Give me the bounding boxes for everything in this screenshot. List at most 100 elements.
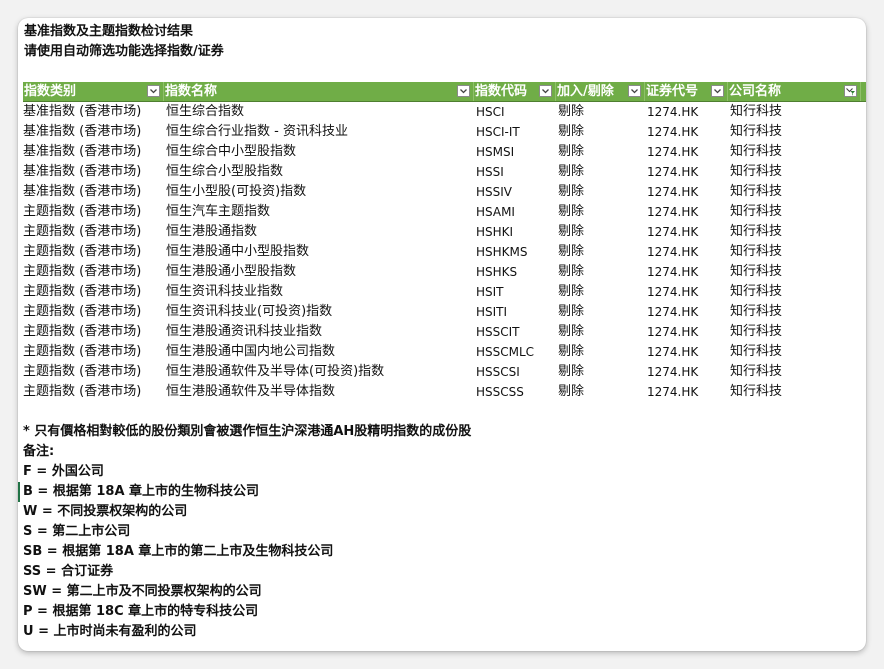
cell-index-category[interactable]: 主题指数 (香港市场): [23, 282, 164, 302]
cell-index-category[interactable]: 基准指数 (香港市场): [23, 182, 164, 202]
filter-dropdown-icon[interactable]: [711, 85, 724, 97]
cell-company-name[interactable]: 知行科技: [730, 322, 863, 342]
table-row[interactable]: 主题指数 (香港市场) 恒生港股通软件及半导体(可投资)指数 HSSCSI 剔除 127…: [23, 362, 866, 382]
cell-company-name[interactable]: 知行科技: [730, 302, 863, 322]
cell-index-name[interactable]: 恒生港股通软件及半导体(可投资)指数: [166, 362, 476, 382]
cell-index-name[interactable]: 恒生小型股(可投资)指数: [166, 182, 476, 202]
table-row[interactable]: 主题指数 (香港市场) 恒生港股通中国内地公司指数 HSSCMLC 剔除 1274.HK…: [23, 342, 866, 362]
filter-dropdown-icon[interactable]: [457, 85, 470, 97]
cell-index-name[interactable]: 恒生综合指数: [166, 102, 476, 122]
cell-add-remove[interactable]: 剔除: [558, 362, 647, 382]
filter-dropdown-icon[interactable]: [628, 85, 641, 97]
cell-company-name[interactable]: 知行科技: [730, 162, 863, 182]
column-header-stock-code[interactable]: 证券代号: [645, 82, 728, 101]
cell-company-name[interactable]: 知行科技: [730, 182, 863, 202]
cell-index-name[interactable]: 恒生综合小型股指数: [166, 162, 476, 182]
cell-stock-code[interactable]: 1274.HK: [647, 202, 730, 222]
cell-index-category[interactable]: 主题指数 (香港市场): [23, 382, 164, 402]
cell-index-code[interactable]: HSHKI: [476, 222, 558, 242]
cell-add-remove[interactable]: 剔除: [558, 242, 647, 262]
cell-company-name[interactable]: 知行科技: [730, 362, 863, 382]
cell-index-code[interactable]: HSHKMS: [476, 242, 558, 262]
cell-index-code[interactable]: HSSCSI: [476, 362, 558, 382]
cell-index-category[interactable]: 主题指数 (香港市场): [23, 262, 164, 282]
cell-index-code[interactable]: HSSCSS: [476, 382, 558, 402]
cell-add-remove[interactable]: 剔除: [558, 102, 647, 122]
cell-index-code[interactable]: HSSI: [476, 162, 558, 182]
cell-index-code[interactable]: HSITI: [476, 302, 558, 322]
column-header-index-code[interactable]: 指数代码: [474, 82, 556, 101]
cell-stock-code[interactable]: 1274.HK: [647, 382, 730, 402]
cell-add-remove[interactable]: 剔除: [558, 322, 647, 342]
cell-index-category[interactable]: 基准指数 (香港市场): [23, 142, 164, 162]
cell-stock-code[interactable]: 1274.HK: [647, 362, 730, 382]
cell-add-remove[interactable]: 剔除: [558, 122, 647, 142]
cell-index-code[interactable]: HSMSI: [476, 142, 558, 162]
cell-stock-code[interactable]: 1274.HK: [647, 302, 730, 322]
cell-index-code[interactable]: HSSCMLC: [476, 342, 558, 362]
cell-add-remove[interactable]: 剔除: [558, 162, 647, 182]
cell-index-code[interactable]: HSCI-IT: [476, 122, 558, 142]
cell-company-name[interactable]: 知行科技: [730, 202, 863, 222]
cell-index-code[interactable]: HSSIV: [476, 182, 558, 202]
cell-index-category[interactable]: 主题指数 (香港市场): [23, 202, 164, 222]
cell-add-remove[interactable]: 剔除: [558, 342, 647, 362]
cell-index-category[interactable]: 主题指数 (香港市场): [23, 222, 164, 242]
cell-index-category[interactable]: 主题指数 (香港市场): [23, 242, 164, 262]
table-row[interactable]: 主题指数 (香港市场) 恒生汽车主题指数 HSAMI 剔除 1274.HK 知行科技: [23, 202, 866, 222]
cell-index-name[interactable]: 恒生港股通中小型股指数: [166, 242, 476, 262]
cell-company-name[interactable]: 知行科技: [730, 222, 863, 242]
cell-index-category[interactable]: 基准指数 (香港市场): [23, 102, 164, 122]
cell-index-name[interactable]: 恒生港股通小型股指数: [166, 262, 476, 282]
cell-index-name[interactable]: 恒生港股通指数: [166, 222, 476, 242]
cell-stock-code[interactable]: 1274.HK: [647, 142, 730, 162]
cell-add-remove[interactable]: 剔除: [558, 202, 647, 222]
cell-index-name[interactable]: 恒生资讯科技业(可投资)指数: [166, 302, 476, 322]
table-row[interactable]: 主题指数 (香港市场) 恒生港股通软件及半导体指数 HSSCSS 剔除 1274.HK 知…: [23, 382, 866, 402]
cell-add-remove[interactable]: 剔除: [558, 302, 647, 322]
cell-add-remove[interactable]: 剔除: [558, 282, 647, 302]
cell-index-code[interactable]: HSCI: [476, 102, 558, 122]
cell-stock-code[interactable]: 1274.HK: [647, 282, 730, 302]
filter-dropdown-icon[interactable]: [539, 85, 552, 97]
column-header-index-category[interactable]: 指数类别: [23, 82, 164, 101]
cell-index-category[interactable]: 主题指数 (香港市场): [23, 302, 164, 322]
cell-index-code[interactable]: HSSCIT: [476, 322, 558, 342]
cell-add-remove[interactable]: 剔除: [558, 262, 647, 282]
cell-index-name[interactable]: 恒生资讯科技业指数: [166, 282, 476, 302]
cell-index-name[interactable]: 恒生港股通中国内地公司指数: [166, 342, 476, 362]
cell-index-name[interactable]: 恒生综合中小型股指数: [166, 142, 476, 162]
column-header-index-name[interactable]: 指数名称: [164, 82, 474, 101]
cell-index-name[interactable]: 恒生港股通资讯科技业指数: [166, 322, 476, 342]
cell-stock-code[interactable]: 1274.HK: [647, 162, 730, 182]
cell-company-name[interactable]: 知行科技: [730, 242, 863, 262]
cell-index-name[interactable]: 恒生综合行业指数 - 资讯科技业: [166, 122, 476, 142]
cell-company-name[interactable]: 知行科技: [730, 102, 863, 122]
cell-stock-code[interactable]: 1274.HK: [647, 122, 730, 142]
table-row[interactable]: 主题指数 (香港市场) 恒生港股通小型股指数 HSHKS 剔除 1274.HK 知行科技: [23, 262, 866, 282]
cell-index-category[interactable]: 主题指数 (香港市场): [23, 362, 164, 382]
cell-company-name[interactable]: 知行科技: [730, 262, 863, 282]
cell-index-category[interactable]: 基准指数 (香港市场): [23, 122, 164, 142]
table-row[interactable]: 基准指数 (香港市场) 恒生综合行业指数 - 资讯科技业 HSCI-IT 剔除 1274…: [23, 122, 866, 142]
table-row[interactable]: 基准指数 (香港市场) 恒生综合指数 HSCI 剔除 1274.HK 知行科技: [23, 102, 866, 122]
table-row[interactable]: 基准指数 (香港市场) 恒生综合中小型股指数 HSMSI 剔除 1274.HK 知行科技: [23, 142, 866, 162]
cell-stock-code[interactable]: 1274.HK: [647, 262, 730, 282]
table-row[interactable]: 主题指数 (香港市场) 恒生港股通中小型股指数 HSHKMS 剔除 1274.HK 知行科…: [23, 242, 866, 262]
cell-company-name[interactable]: 知行科技: [730, 142, 863, 162]
cell-stock-code[interactable]: 1274.HK: [647, 182, 730, 202]
cell-index-code[interactable]: HSHKS: [476, 262, 558, 282]
table-row[interactable]: 主题指数 (香港市场) 恒生港股通资讯科技业指数 HSSCIT 剔除 1274.HK 知行…: [23, 322, 866, 342]
table-row[interactable]: 主题指数 (香港市场) 恒生资讯科技业(可投资)指数 HSITI 剔除 1274.HK 知…: [23, 302, 866, 322]
table-row[interactable]: 基准指数 (香港市场) 恒生小型股(可投资)指数 HSSIV 剔除 1274.HK 知行科…: [23, 182, 866, 202]
cell-company-name[interactable]: 知行科技: [730, 382, 863, 402]
cell-stock-code[interactable]: 1274.HK: [647, 222, 730, 242]
cell-stock-code[interactable]: 1274.HK: [647, 102, 730, 122]
table-row[interactable]: 基准指数 (香港市场) 恒生综合小型股指数 HSSI 剔除 1274.HK 知行科技: [23, 162, 866, 182]
cell-index-category[interactable]: 基准指数 (香港市场): [23, 162, 164, 182]
cell-stock-code[interactable]: 1274.HK: [647, 322, 730, 342]
cell-index-category[interactable]: 主题指数 (香港市场): [23, 342, 164, 362]
column-header-add-remove[interactable]: 加入/剔除: [556, 82, 645, 101]
cell-index-category[interactable]: 主题指数 (香港市场): [23, 322, 164, 342]
cell-add-remove[interactable]: 剔除: [558, 382, 647, 402]
